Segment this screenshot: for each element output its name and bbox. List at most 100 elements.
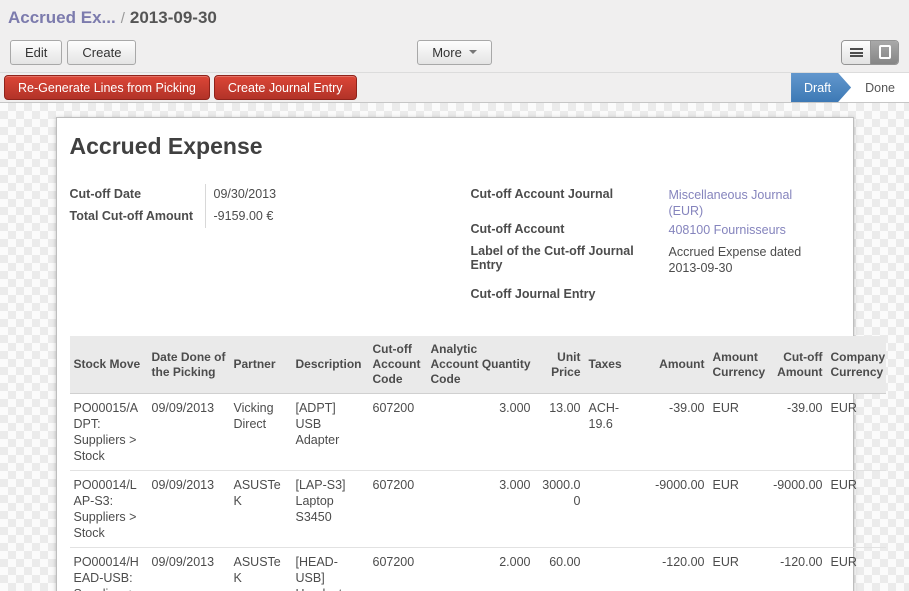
breadcrumb-separator: / <box>121 10 125 27</box>
table-cell: EUR <box>709 548 767 591</box>
column-header[interactable]: Amount Currency <box>709 336 767 394</box>
form-sheet: Accrued Expense Cut-off Date09/30/2013To… <box>56 117 854 591</box>
table-cell: 09/09/2013 <box>148 394 230 471</box>
lines-table: Stock MoveDate Done of the PickingPartne… <box>70 336 886 591</box>
field-value-link[interactable]: Miscellaneous Journal (EUR) <box>669 184 819 219</box>
table-cell: 2.000 <box>477 548 535 591</box>
table-cell: -39.00 <box>644 394 709 471</box>
table-cell: EUR <box>827 471 886 548</box>
column-header[interactable]: Partner <box>230 336 292 394</box>
list-view-icon <box>850 48 863 57</box>
column-header[interactable]: Date Done of the Picking <box>148 336 230 394</box>
field-label: Total Cut-off Amount <box>70 206 205 228</box>
table-row[interactable]: PO00014/HEAD-USB: Suppliers > Stock09/09… <box>70 548 886 591</box>
field-row: Cut-off Account408100 Fournisseurs <box>471 219 853 241</box>
column-header[interactable]: Description <box>292 336 369 394</box>
field-row: Cut-off Journal Entry <box>471 284 853 306</box>
table-row[interactable]: PO00015/ADPT: Suppliers > Stock09/09/201… <box>70 394 886 471</box>
table-cell <box>427 548 477 591</box>
table-cell <box>585 548 644 591</box>
table-cell: 09/09/2013 <box>148 471 230 548</box>
field-row: Cut-off Date09/30/2013 <box>70 184 454 206</box>
content-area: Accrued Expense Cut-off Date09/30/2013To… <box>0 103 909 591</box>
field-label: Cut-off Account <box>471 219 669 241</box>
table-header-row: Stock MoveDate Done of the PickingPartne… <box>70 336 886 394</box>
table-cell: -120.00 <box>767 548 827 591</box>
table-cell: 3.000 <box>477 471 535 548</box>
table-cell: 607200 <box>369 471 427 548</box>
table-cell: -9000.00 <box>644 471 709 548</box>
field-groups: Cut-off Date09/30/2013Total Cut-off Amou… <box>70 184 853 306</box>
toolbar-right <box>841 40 899 65</box>
field-value: -9159.00 € <box>205 206 454 228</box>
column-header[interactable]: Quantity <box>477 336 535 394</box>
table-cell: 3.000 <box>477 394 535 471</box>
column-header[interactable]: Cut-off Account Code <box>369 336 427 394</box>
table-cell: 3000.00 <box>535 471 585 548</box>
table-cell: EUR <box>709 471 767 548</box>
table-cell: 607200 <box>369 394 427 471</box>
table-cell: 09/09/2013 <box>148 548 230 591</box>
field-value-link[interactable]: 408100 Fournisseurs <box>669 219 819 241</box>
toolbar-center: More <box>0 40 909 65</box>
breadcrumb: Accrued Ex... / 2013-09-30 <box>0 0 909 32</box>
chevron-down-icon <box>469 50 477 54</box>
table-cell <box>585 471 644 548</box>
table-cell: 60.00 <box>535 548 585 591</box>
table-cell: ACH-19.6 <box>585 394 644 471</box>
table-cell: ASUSTeK <box>230 548 292 591</box>
field-value <box>669 284 819 306</box>
table-cell: [HEAD-USB] Headset USB <box>292 548 369 591</box>
lines-table-wrap: Stock MoveDate Done of the PickingPartne… <box>70 336 886 591</box>
form-view-button[interactable] <box>870 41 898 64</box>
field-label: Cut-off Date <box>70 184 205 206</box>
field-row: Total Cut-off Amount-9159.00 € <box>70 206 454 228</box>
create-journal-entry-button[interactable]: Create Journal Entry <box>214 75 357 100</box>
table-cell: PO00014/LAP-S3: Suppliers > Stock <box>70 471 148 548</box>
regenerate-lines-button[interactable]: Re-Generate Lines from Picking <box>4 75 210 100</box>
table-cell: -120.00 <box>644 548 709 591</box>
table-cell: 13.00 <box>535 394 585 471</box>
table-cell: PO00014/HEAD-USB: Suppliers > Stock <box>70 548 148 591</box>
table-cell: ASUSTeK <box>230 471 292 548</box>
column-header[interactable]: Analytic Account Code <box>427 336 477 394</box>
column-header[interactable]: Taxes <box>585 336 644 394</box>
field-group-left: Cut-off Date09/30/2013Total Cut-off Amou… <box>70 184 454 306</box>
form-view-icon <box>879 45 891 59</box>
table-cell: [LAP-S3] Laptop S3450 <box>292 471 369 548</box>
status-done[interactable]: Done <box>851 73 909 102</box>
breadcrumb-parent[interactable]: Accrued Ex... <box>8 8 116 27</box>
field-value: Accrued Expense dated 2013-09-30 <box>669 241 819 276</box>
more-button-label: More <box>432 45 462 60</box>
breadcrumb-current: 2013-09-30 <box>130 8 217 27</box>
table-row[interactable]: PO00014/LAP-S3: Suppliers > Stock09/09/2… <box>70 471 886 548</box>
page-title: Accrued Expense <box>70 133 853 160</box>
field-group-right: Cut-off Account JournalMiscellaneous Jou… <box>471 184 853 306</box>
field-row: Label of the Cut-off Journal EntryAccrue… <box>471 241 853 276</box>
field-label: Label of the Cut-off Journal Entry <box>471 241 669 276</box>
column-header[interactable]: Cut-off Amount <box>767 336 827 394</box>
toolbar: Edit Create More <box>0 32 909 72</box>
screen: Accrued Ex... / 2013-09-30 Edit Create Mor… <box>0 0 909 591</box>
table-cell: EUR <box>709 394 767 471</box>
statusbar: Draft Done <box>791 73 909 102</box>
table-cell <box>427 471 477 548</box>
table-cell: -39.00 <box>767 394 827 471</box>
table-cell: EUR <box>827 548 886 591</box>
table-cell: 607200 <box>369 548 427 591</box>
action-bar: Re-Generate Lines from Picking Create Jo… <box>0 72 909 103</box>
column-header[interactable]: Unit Price <box>535 336 585 394</box>
table-cell <box>427 394 477 471</box>
list-view-button[interactable] <box>842 41 870 64</box>
column-header[interactable]: Amount <box>644 336 709 394</box>
field-value: 09/30/2013 <box>205 184 454 206</box>
status-draft[interactable]: Draft <box>791 73 851 102</box>
column-header[interactable]: Stock Move <box>70 336 148 394</box>
column-header[interactable]: Company Currency <box>827 336 886 394</box>
more-button[interactable]: More <box>417 40 492 65</box>
table-cell: EUR <box>827 394 886 471</box>
field-label: Cut-off Account Journal <box>471 184 669 219</box>
field-row: Cut-off Account JournalMiscellaneous Jou… <box>471 184 853 219</box>
table-cell: [ADPT] USB Adapter <box>292 394 369 471</box>
table-cell: -9000.00 <box>767 471 827 548</box>
